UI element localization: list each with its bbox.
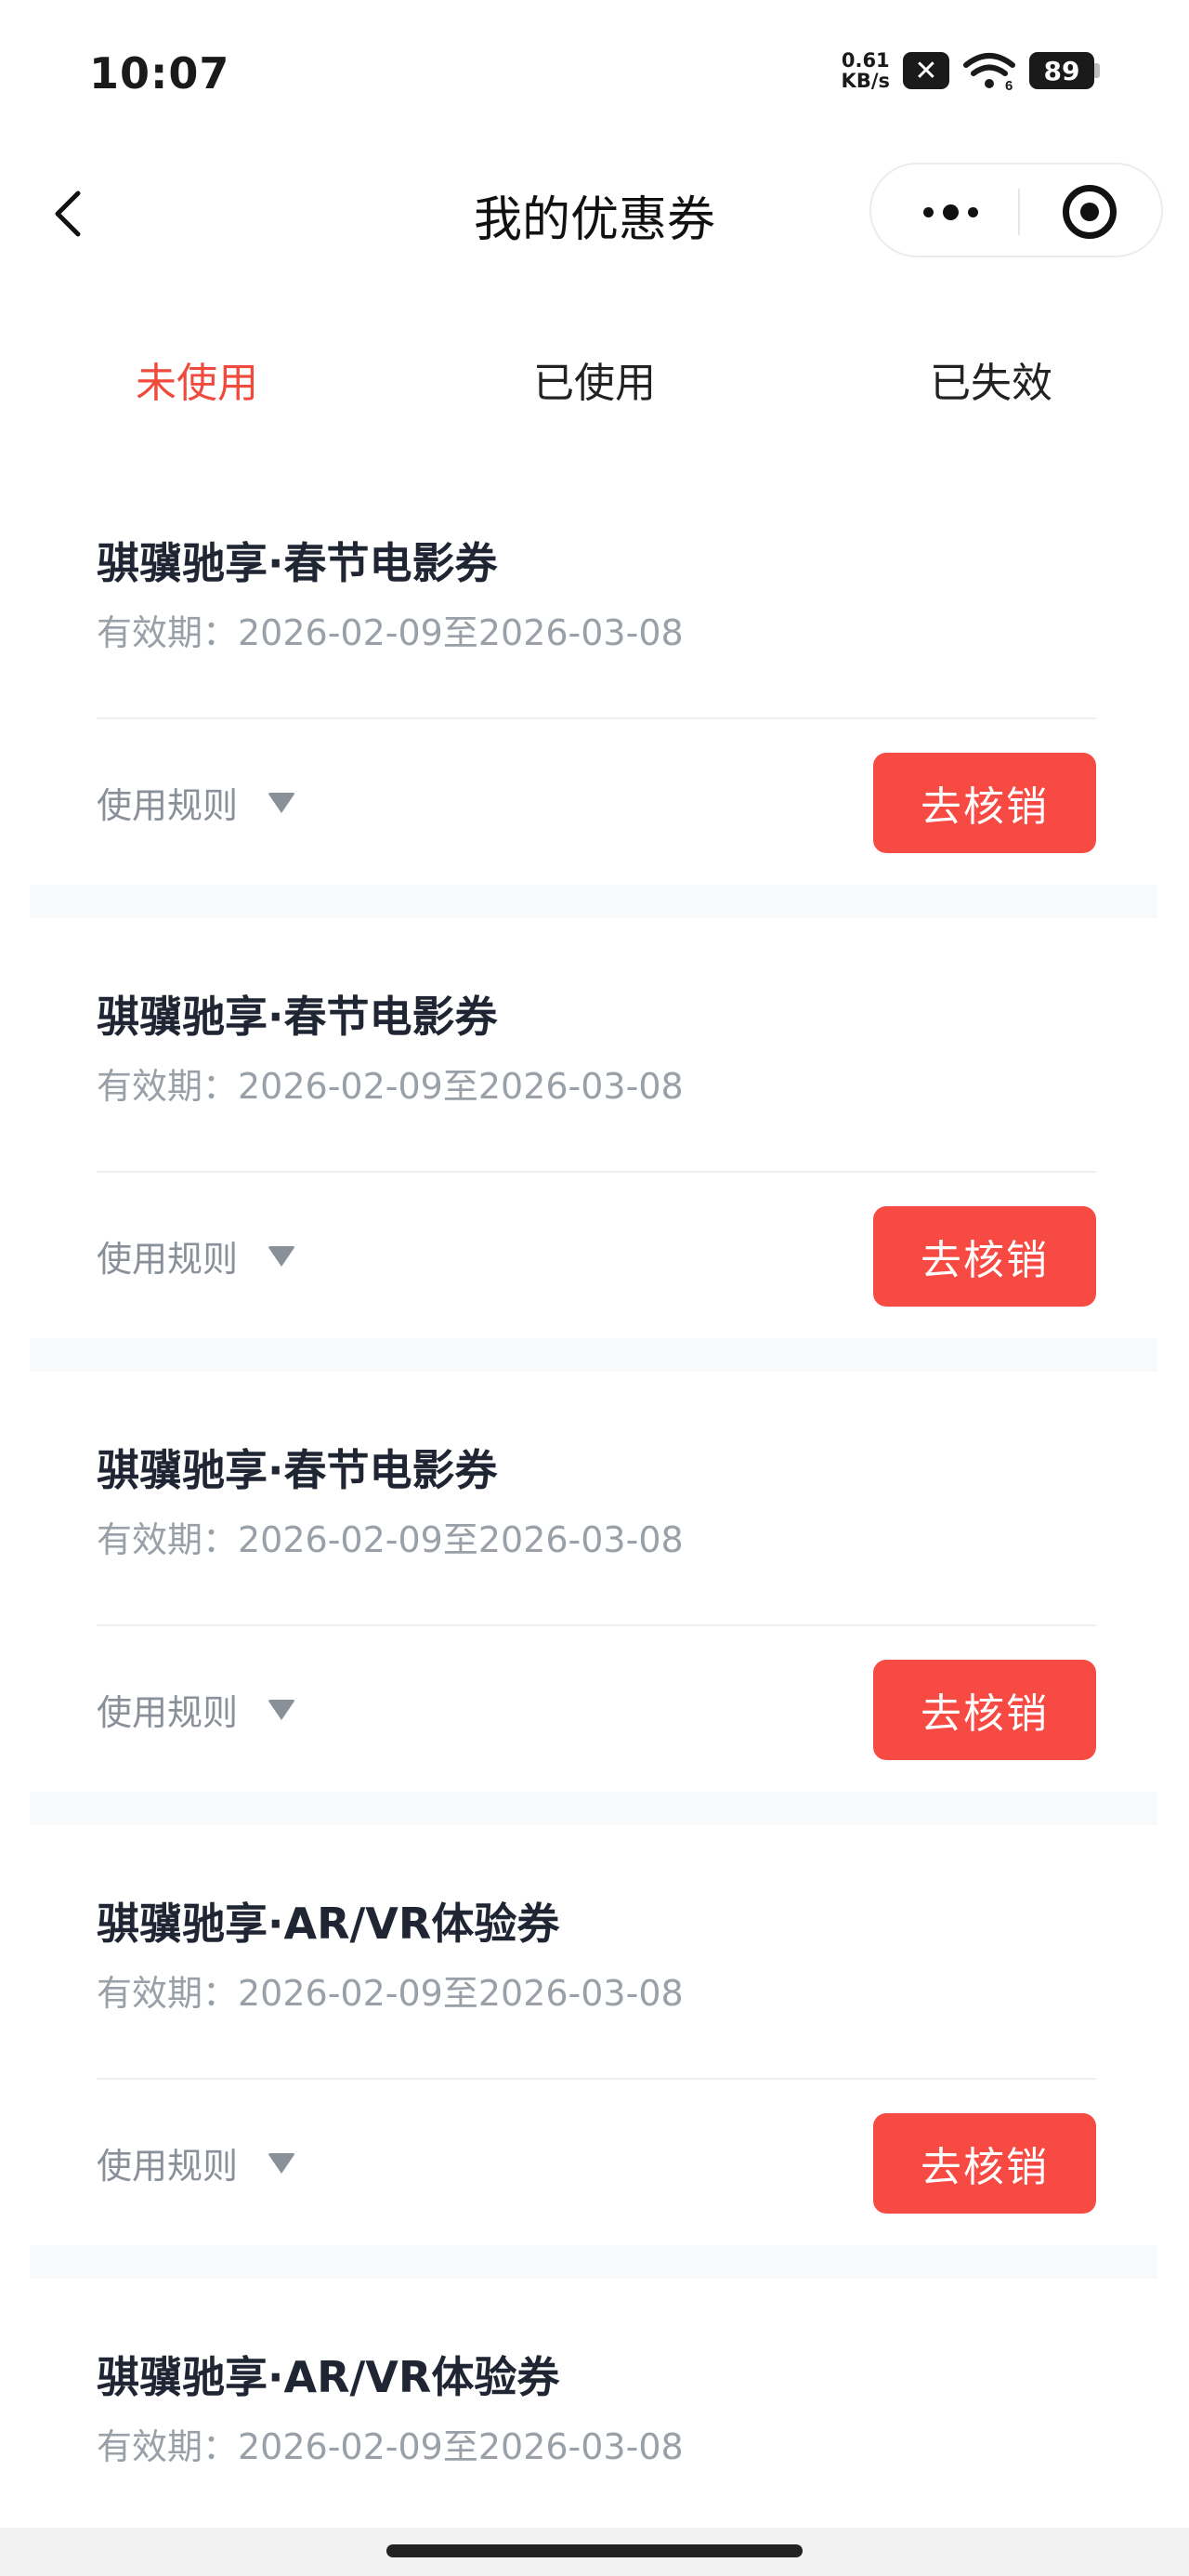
coupon-card: 骐骥驰享·春节电影券 有效期：2026-02-09至2026-03-08 使用规…: [30, 1372, 1157, 1799]
tab-unused[interactable]: 未使用: [95, 349, 299, 409]
redeem-button[interactable]: 去核销: [873, 753, 1096, 853]
tab-expired[interactable]: 已失效: [889, 349, 1093, 409]
wifi-icon: 6: [962, 50, 1016, 94]
capsule-divider: [1018, 189, 1020, 235]
caret-down-icon: [268, 1699, 296, 1720]
divider: [97, 1171, 1096, 1173]
divider: [97, 2078, 1096, 2080]
usage-rules-label: 使用规则: [97, 1239, 239, 1280]
battery-level: 89: [1029, 52, 1094, 89]
coupon-tabs: 未使用 已使用 已失效: [0, 335, 1189, 427]
usage-rules-toggle[interactable]: 使用规则: [97, 1684, 296, 1735]
divider: [97, 1624, 1096, 1626]
card-separator: [30, 2245, 1157, 2279]
coupon-title: 骐骥驰享·春节电影券: [97, 992, 498, 1042]
caret-down-icon: [268, 2152, 296, 2174]
coupon-validity: 有效期：2026-02-09至2026-03-08: [97, 612, 684, 653]
home-indicator[interactable]: [386, 2544, 803, 2557]
coupon-validity: 有效期：2026-02-09至2026-03-08: [97, 1519, 684, 1560]
redeem-button[interactable]: 去核销: [873, 2113, 1096, 2214]
miniprogram-capsule: [869, 163, 1163, 257]
card-separator: [30, 1792, 1157, 1825]
target-core: [1080, 203, 1099, 221]
wifi-badge: 6: [1005, 78, 1013, 91]
battery-icon: 89: [1029, 52, 1100, 89]
close-miniprogram-icon[interactable]: [1063, 185, 1117, 239]
redeem-button[interactable]: 去核销: [873, 1206, 1096, 1307]
battery-tip: [1094, 63, 1100, 78]
coupon-title: 骐骥驰享·AR/VR体验券: [97, 2352, 560, 2402]
coupon-title: 骐骥驰享·春节电影券: [97, 1445, 498, 1495]
usage-rules-toggle[interactable]: 使用规则: [97, 777, 296, 828]
network-speed: 0.61 KB/s: [842, 50, 890, 91]
usage-rules-label: 使用规则: [97, 1692, 239, 1733]
network-speed-value: 0.61: [841, 49, 890, 72]
status-bar: 10:07 0.61 KB/s ✕ 6 89: [0, 0, 1189, 158]
coupon-card: 骐骥驰享·春节电影券 有效期：2026-02-09至2026-03-08 使用规…: [30, 918, 1157, 1346]
divider: [97, 717, 1096, 719]
coupon-title: 骐骥驰享·AR/VR体验券: [97, 1899, 560, 1949]
usage-rules-toggle[interactable]: 使用规则: [97, 1230, 296, 1281]
redeem-button[interactable]: 去核销: [873, 1660, 1096, 1760]
network-speed-unit: KB/s: [841, 70, 890, 92]
more-dot: [967, 206, 978, 217]
more-dot: [922, 206, 934, 217]
nav-bar: 我的优惠券: [0, 158, 1189, 269]
more-dot: [942, 204, 959, 220]
coupon-validity: 有效期：2026-02-09至2026-03-08: [97, 2426, 684, 2467]
coupon-card: 骐骥驰享·AR/VR体验券 有效期：2026-02-09至2026-03-08 …: [30, 1825, 1157, 2253]
coupon-card: 骐骥驰享·AR/VR体验券 有效期：2026-02-09至2026-03-08: [30, 2279, 1157, 2520]
coupon-validity: 有效期：2026-02-09至2026-03-08: [97, 1066, 684, 1107]
caret-down-icon: [268, 1245, 296, 1267]
card-separator: [30, 1338, 1157, 1372]
caret-down-icon: [268, 792, 296, 813]
status-time: 10:07: [89, 48, 230, 99]
usage-rules-toggle[interactable]: 使用规则: [97, 2137, 296, 2188]
usage-rules-label: 使用规则: [97, 2146, 239, 2187]
no-sim-icon: ✕: [903, 52, 949, 89]
usage-rules-label: 使用规则: [97, 785, 239, 826]
coupon-title: 骐骥驰享·春节电影券: [97, 538, 498, 588]
status-indicators: 0.61 KB/s ✕ 6 89: [842, 50, 1100, 94]
more-icon[interactable]: [908, 191, 992, 233]
coupon-validity: 有效期：2026-02-09至2026-03-08: [97, 1973, 684, 2014]
coupon-card: 骐骥驰享·春节电影券 有效期：2026-02-09至2026-03-08 使用规…: [30, 465, 1157, 892]
tab-used[interactable]: 已使用: [492, 349, 697, 409]
card-separator: [30, 885, 1157, 918]
